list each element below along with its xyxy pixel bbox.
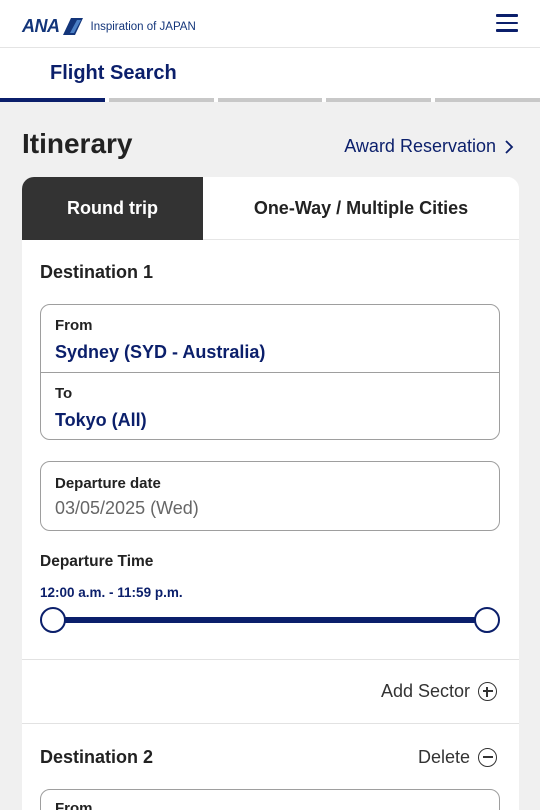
route-fields: From Sydney (SYD - Australia) To Tokyo (… bbox=[40, 304, 500, 440]
itinerary-header: Itinerary Award Reservation bbox=[0, 102, 540, 178]
itinerary-heading: Itinerary bbox=[22, 128, 133, 159]
itinerary-card: Round trip One-Way / Multiple Cities Des… bbox=[22, 177, 519, 810]
hamburger-menu-icon[interactable] bbox=[496, 14, 518, 32]
tab-one-way-multiple-cities[interactable]: One-Way / Multiple Cities bbox=[203, 177, 519, 240]
to-value: Tokyo (All) bbox=[55, 410, 147, 430]
divider bbox=[22, 659, 519, 660]
slider-handle-end[interactable] bbox=[474, 607, 500, 633]
add-sector-button[interactable]: Add Sector bbox=[381, 681, 497, 702]
ana-logo[interactable]: ANA Inspiration of JAPAN bbox=[22, 16, 196, 37]
trip-type-tabs: Round trip One-Way / Multiple Cities bbox=[22, 177, 519, 240]
departure-date-field[interactable]: Departure date 03/05/2025 (Wed) bbox=[40, 461, 500, 531]
to-field[interactable]: To Tokyo (All) bbox=[41, 372, 499, 439]
minus-circle-icon bbox=[478, 748, 497, 767]
departure-time-range: 12:00 a.m. - 11:59 p.m. bbox=[40, 585, 183, 600]
award-reservation-label: Award Reservation bbox=[344, 136, 496, 156]
delete-label: Delete bbox=[417, 747, 470, 767]
divider bbox=[22, 723, 519, 724]
destination-2-title: Destination 2 bbox=[40, 747, 154, 767]
slider-handle-start[interactable] bbox=[40, 607, 66, 633]
top-header: ANA Inspiration of JAPAN bbox=[0, 0, 540, 48]
destination-2-from-label: From bbox=[55, 800, 93, 810]
add-sector-label: Add Sector bbox=[380, 681, 470, 701]
step-bar: Flight Search bbox=[0, 48, 540, 102]
departure-time-slider-track[interactable] bbox=[52, 617, 487, 623]
from-value: Sydney (SYD - Australia) bbox=[55, 342, 266, 362]
delete-destination-button[interactable]: Delete bbox=[418, 747, 497, 768]
chevron-right-icon bbox=[505, 139, 514, 154]
departure-time-label: Departure Time bbox=[40, 553, 154, 570]
departure-date-value: 03/05/2025 (Wed) bbox=[55, 498, 199, 518]
page-title: Flight Search bbox=[50, 62, 177, 84]
award-reservation-link[interactable]: Award Reservation bbox=[344, 136, 514, 157]
destination-1-title: Destination 1 bbox=[40, 262, 154, 282]
destination-2-from-field[interactable]: From bbox=[40, 789, 500, 810]
from-label: From bbox=[55, 317, 93, 334]
departure-date-label: Departure date bbox=[55, 475, 161, 492]
logo-tagline: Inspiration of JAPAN bbox=[90, 20, 196, 33]
tab-round-trip[interactable]: Round trip bbox=[22, 177, 203, 240]
from-field[interactable]: From Sydney (SYD - Australia) bbox=[41, 305, 499, 372]
plus-circle-icon bbox=[478, 682, 497, 701]
to-label: To bbox=[55, 385, 73, 402]
logo-wordmark: ANA bbox=[22, 16, 60, 36]
logo-slash-icon bbox=[62, 18, 83, 35]
